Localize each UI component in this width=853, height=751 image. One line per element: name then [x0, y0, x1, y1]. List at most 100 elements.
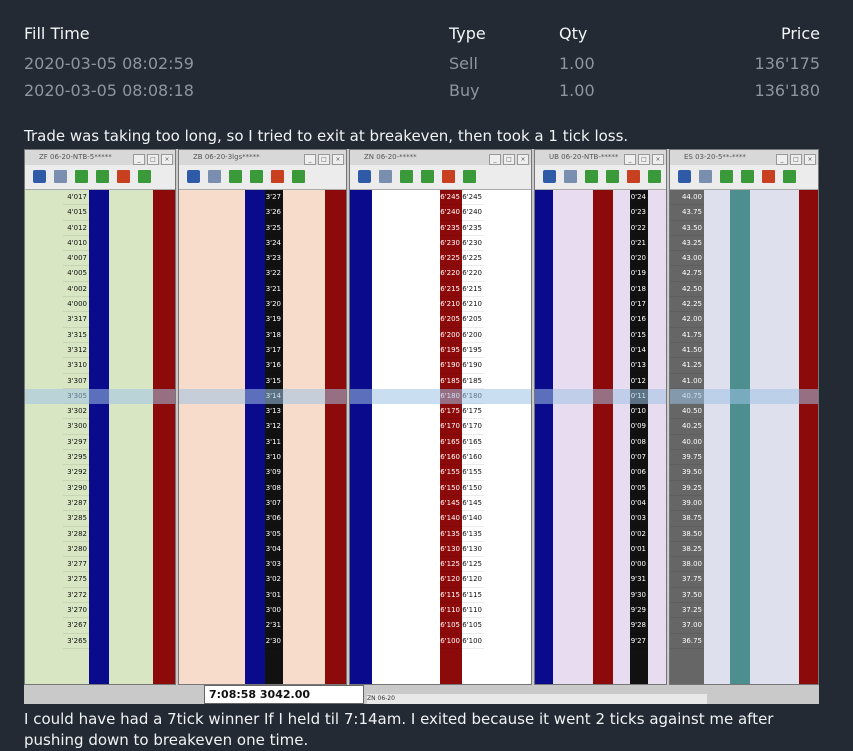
price-cell[interactable]: 3'18: [265, 328, 283, 343]
price-cell[interactable]: 6'150: [440, 481, 462, 496]
price-cell[interactable]: 9'27: [630, 634, 648, 649]
price-cell[interactable]: 3'08: [265, 481, 283, 496]
arrow-up-icon[interactable]: [463, 170, 476, 183]
price-cell[interactable]: 6'200: [462, 328, 484, 343]
price-cell[interactable]: 42.25: [670, 297, 704, 313]
price-cell[interactable]: 3'10: [265, 450, 283, 466]
price-cell[interactable]: 3'04: [265, 542, 283, 558]
price-cell[interactable]: 3'02: [265, 572, 283, 588]
price-cell[interactable]: 6'175: [462, 404, 484, 420]
price-cell[interactable]: 3'312: [63, 343, 89, 359]
price-cell[interactable]: 0'21: [630, 236, 648, 252]
price-cell[interactable]: 3'292: [63, 465, 89, 481]
price-cell[interactable]: 4'005: [63, 266, 89, 282]
price-cell[interactable]: 2'31: [265, 618, 283, 634]
price-cell[interactable]: 6'125: [462, 557, 484, 573]
arrow-down-icon[interactable]: [400, 170, 413, 183]
price-cell[interactable]: 3'21: [265, 282, 283, 298]
window-buttons[interactable]: _ □ ×: [622, 152, 664, 165]
price-cell[interactable]: 6'225: [440, 251, 462, 267]
arrow-down-icon[interactable]: [720, 170, 733, 183]
price-cell[interactable]: 3'302: [63, 404, 89, 420]
price-cell[interactable]: 0'08: [630, 435, 648, 451]
arrow-up-icon[interactable]: [292, 170, 305, 183]
price-cell[interactable]: 6'220: [462, 266, 484, 282]
price-cell[interactable]: 6'105: [462, 618, 484, 634]
price-cell[interactable]: 6'230: [440, 236, 462, 252]
price-cell[interactable]: 0'24: [630, 190, 648, 206]
close-icon[interactable]: ×: [332, 154, 344, 165]
price-cell[interactable]: 6'230: [462, 236, 484, 252]
trash-icon[interactable]: [564, 170, 577, 183]
arrow-up-icon[interactable]: [648, 170, 661, 183]
arrow-down-icon[interactable]: [606, 170, 619, 183]
price-cell[interactable]: 3'23: [265, 251, 283, 267]
price-cell[interactable]: 3'07: [265, 496, 283, 512]
price-cell[interactable]: 4'017: [63, 190, 89, 206]
close-icon[interactable]: ×: [517, 154, 529, 165]
price-cell[interactable]: 3'25: [265, 221, 283, 236]
price-cell[interactable]: 43.00: [670, 251, 704, 267]
price-cell[interactable]: 6'155: [440, 465, 462, 481]
price-cell[interactable]: 6'145: [440, 496, 462, 512]
minimize-icon[interactable]: _: [133, 154, 145, 165]
price-cell[interactable]: 39.25: [670, 481, 704, 496]
price-cell[interactable]: 3'297: [63, 435, 89, 451]
minimize-icon[interactable]: _: [776, 154, 788, 165]
price-cell[interactable]: 6'245: [440, 190, 462, 206]
price-cell[interactable]: 3'15: [265, 374, 283, 389]
price-cell[interactable]: 38.00: [670, 557, 704, 573]
price-cell[interactable]: 0'15: [630, 328, 648, 343]
arrow-down-icon[interactable]: [75, 170, 88, 183]
settings-icon[interactable]: [33, 170, 46, 183]
price-cell[interactable]: 6'125: [440, 557, 462, 573]
price-cell[interactable]: 0'07: [630, 450, 648, 466]
price-cell[interactable]: 6'120: [440, 572, 462, 588]
price-cell[interactable]: 4'007: [63, 251, 89, 267]
price-cell[interactable]: 6'140: [440, 511, 462, 527]
price-cell[interactable]: 3'11: [265, 435, 283, 451]
close-icon[interactable]: ×: [652, 154, 664, 165]
price-cell[interactable]: 6'170: [462, 419, 484, 435]
trash-icon[interactable]: [208, 170, 221, 183]
price-cell[interactable]: 6'100: [440, 634, 462, 649]
price-cell[interactable]: 3'277: [63, 557, 89, 573]
maximize-icon[interactable]: □: [638, 154, 650, 165]
price-cell[interactable]: 42.50: [670, 282, 704, 298]
price-cell[interactable]: 6'115: [440, 588, 462, 604]
price-cell[interactable]: 38.75: [670, 511, 704, 527]
price-cell[interactable]: 3'06: [265, 511, 283, 527]
price-cell[interactable]: 3'290: [63, 481, 89, 496]
price-cell[interactable]: 3'05: [265, 527, 283, 542]
price-cell[interactable]: 41.75: [670, 328, 704, 343]
price-cell[interactable]: 3'16: [265, 358, 283, 374]
price-cell[interactable]: 4'015: [63, 205, 89, 221]
price-cell[interactable]: 6'120: [462, 572, 484, 588]
window-buttons[interactable]: _ □ ×: [131, 152, 173, 165]
arrow-up-icon[interactable]: [138, 170, 151, 183]
price-cell[interactable]: 6'160: [462, 450, 484, 466]
price-cell[interactable]: 40.00: [670, 435, 704, 451]
price-cell[interactable]: 3'13: [265, 404, 283, 420]
price-cell[interactable]: 0'16: [630, 312, 648, 328]
settings-icon[interactable]: [358, 170, 371, 183]
price-cell[interactable]: 6'135: [462, 527, 484, 542]
price-cell[interactable]: 41.00: [670, 374, 704, 389]
price-cell[interactable]: 3'295: [63, 450, 89, 466]
flag-icon[interactable]: [627, 170, 640, 183]
flag-icon[interactable]: [271, 170, 284, 183]
minimize-icon[interactable]: _: [624, 154, 636, 165]
price-cell[interactable]: 3'00: [265, 603, 283, 619]
price-cell[interactable]: 2'30: [265, 634, 283, 649]
price-cell[interactable]: 6'145: [462, 496, 484, 512]
minimize-icon[interactable]: _: [304, 154, 316, 165]
flag-icon[interactable]: [442, 170, 455, 183]
price-cell[interactable]: 6'130: [462, 542, 484, 558]
maximize-icon[interactable]: □: [318, 154, 330, 165]
price-cell[interactable]: 6'240: [462, 205, 484, 221]
price-cell[interactable]: 0'00: [630, 557, 648, 573]
flag-icon[interactable]: [117, 170, 130, 183]
window-buttons[interactable]: _ □ ×: [487, 152, 529, 165]
price-cell[interactable]: 3'19: [265, 312, 283, 328]
price-cell[interactable]: 6'105: [440, 618, 462, 634]
